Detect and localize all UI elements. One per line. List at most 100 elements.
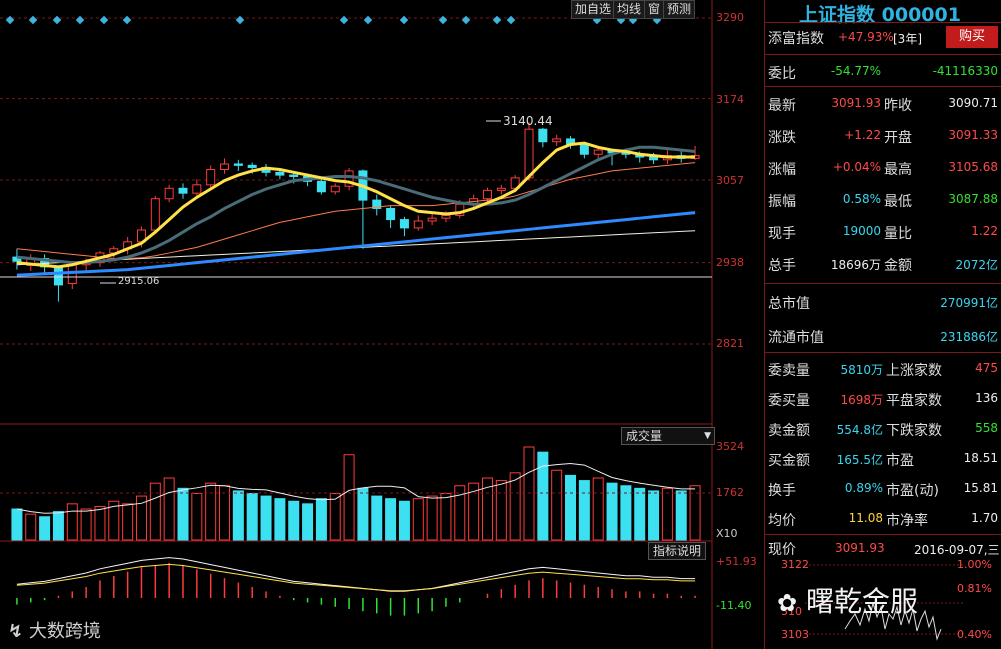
prev-close-label: 昨收 — [884, 98, 912, 114]
volume-bar — [426, 495, 438, 541]
down-count-label: 下跌家数 — [886, 423, 942, 439]
current-price-value: 3091.93 — [835, 541, 885, 555]
ma-lines-button[interactable]: 均线 — [613, 0, 646, 19]
volume-ratio-value: 1.22 — [971, 224, 998, 238]
buy-amount-label: 买金额 — [768, 453, 810, 469]
total-market-cap-value: 270991亿 — [940, 296, 998, 310]
quote-date: 2016-09-07,三 — [914, 543, 1000, 557]
event-diamond-icon — [99, 15, 109, 25]
tianfu-row: 添富指数 +47.93% [3年] 购买 — [765, 22, 1001, 54]
window-button[interactable]: 窗 — [644, 0, 665, 19]
event-diamond-icon — [399, 15, 409, 25]
volume-indicator-dropdown[interactable]: 成交量 ▼ — [621, 427, 715, 445]
watermark-logo-right: ✿ 曙乾金服 — [777, 580, 918, 620]
market-cap-row: 流通市值 231886亿 — [765, 319, 1001, 351]
candle-body — [192, 184, 202, 194]
sell-volume-label: 委卖量 — [768, 363, 810, 379]
volume-bar — [274, 498, 286, 541]
event-diamond-icon — [28, 15, 38, 25]
kv-logo-icon: ↯ — [8, 621, 24, 642]
event-diamond-icon — [5, 15, 15, 25]
event-diamond-icon — [122, 15, 132, 25]
mini-bottom-pct: 0.40% — [957, 628, 992, 641]
volume-bar — [357, 487, 369, 541]
orders-row: 卖金额 554.8亿 下跌家数 558 — [765, 413, 1001, 443]
candle-body — [413, 220, 423, 229]
volume-bar — [122, 503, 134, 541]
event-diamond-icon — [363, 15, 373, 25]
quote-row: 最新 3091.93 昨收 3090.71 — [765, 87, 1001, 119]
mini-top-price: 3122 — [781, 558, 809, 571]
watermark-logo-left: ↯ 大数跨境 — [8, 617, 101, 643]
volume-bar — [11, 508, 23, 541]
volume-bar — [52, 511, 64, 541]
tianfu-label: 添富指数 — [768, 31, 824, 47]
volume-bar — [288, 500, 300, 541]
moving-average-line-ma60 — [16, 211, 696, 277]
change-value: +1.22 — [844, 128, 881, 142]
change-pct-label: 涨幅 — [768, 162, 796, 178]
volume-bar — [66, 503, 78, 541]
quote-row: 现手 19000 量比 1.22 — [765, 215, 1001, 247]
pe-dynamic-value: 15.81 — [963, 481, 998, 495]
candle-body — [53, 266, 63, 286]
turnover-label: 换手 — [768, 483, 796, 499]
volume-bar — [149, 482, 161, 541]
candle-body — [386, 207, 396, 221]
volume-bar — [606, 482, 618, 541]
candle-body — [649, 156, 659, 161]
volume-bar — [232, 490, 244, 541]
weibi-label: 委比 — [768, 66, 796, 82]
volume-axis-label: 1762 — [716, 486, 744, 499]
buy-button[interactable]: 购买 — [946, 26, 998, 48]
volume-bar — [246, 493, 258, 541]
candle-body — [441, 214, 451, 219]
candle-body — [330, 185, 340, 193]
open-value: 3091.33 — [948, 128, 998, 142]
latest-value: 3091.93 — [831, 96, 881, 110]
volume-bar — [329, 493, 341, 541]
volume-bar — [675, 490, 687, 541]
up-count-label: 上涨家数 — [886, 363, 942, 379]
volume-bar — [260, 495, 272, 541]
volume-bar — [343, 454, 355, 541]
orders-row: 委卖量 5810万 上涨家数 475 — [765, 353, 1001, 383]
weibi-diff: -41116330 — [932, 64, 998, 78]
event-diamond-icon — [235, 15, 245, 25]
tianfu-value: +47.93% — [838, 30, 894, 44]
candle-body — [482, 189, 492, 200]
candle-body — [316, 180, 326, 193]
watermark-right-text: 曙乾金服 — [806, 585, 919, 618]
add-favorite-button[interactable]: 加自选 — [571, 0, 616, 19]
turnover-value: 0.89% — [844, 481, 883, 495]
price-axis-label: 3290 — [716, 11, 744, 24]
event-diamond-icon — [506, 15, 516, 25]
candle-body — [220, 163, 230, 171]
volume-bar — [302, 503, 314, 541]
buy-amount-value: 165.5亿 — [836, 453, 883, 467]
volume-bar — [205, 482, 217, 541]
change-pct-value: +0.04% — [832, 160, 881, 174]
tianfu-period: [3年] — [893, 32, 922, 46]
pb-label: 市净率 — [886, 513, 928, 529]
caret-down-icon: ▼ — [704, 431, 711, 441]
volume-bar — [177, 487, 189, 541]
indicator-help-button[interactable]: 指标说明 — [648, 542, 707, 560]
volume-bar — [315, 498, 327, 541]
price-axis-label: 3057 — [716, 174, 744, 187]
volume-bar — [661, 487, 673, 541]
event-diamond-icon — [339, 15, 349, 25]
volume-bar — [495, 480, 507, 541]
pe-value: 18.51 — [963, 451, 998, 465]
mini-top-pct: 1.00% — [957, 558, 992, 571]
event-diamond-icon — [52, 15, 62, 25]
volume-bar — [551, 469, 563, 541]
candle-body — [427, 217, 437, 222]
forecast-button[interactable]: 预测 — [663, 0, 696, 19]
volume-bar — [592, 477, 604, 541]
flat-count-value: 136 — [975, 391, 998, 405]
high-price-annotation: 3140.44 — [503, 114, 553, 128]
market-cap-row: 总市值 270991亿 — [765, 285, 1001, 317]
volume-bar — [80, 508, 92, 541]
candle-body — [275, 171, 285, 176]
